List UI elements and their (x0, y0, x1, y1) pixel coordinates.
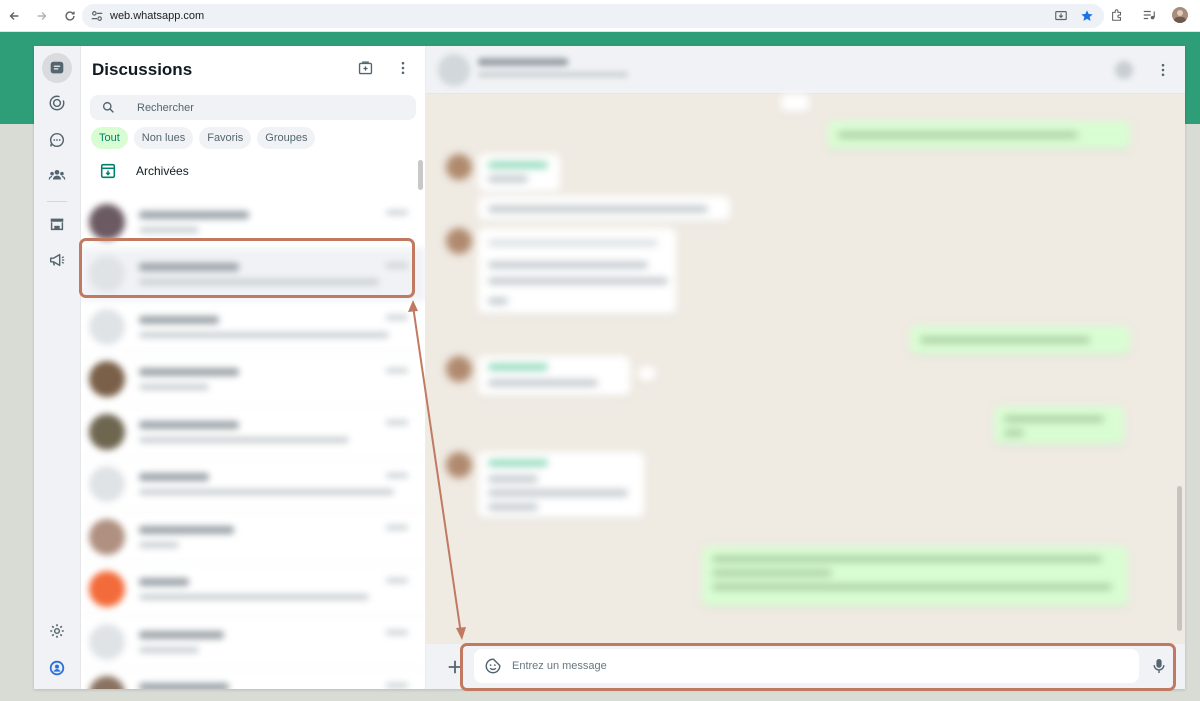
nav-rail (34, 46, 81, 689)
message-bubble[interactable] (478, 196, 730, 221)
sender-avatar (446, 228, 472, 254)
install-app-icon[interactable] (1052, 7, 1070, 25)
sidebar-title: Discussions (92, 60, 193, 79)
sender-avatar (446, 452, 472, 478)
search-box[interactable]: Rechercher (90, 95, 416, 120)
channels-icon[interactable] (42, 125, 72, 155)
address-bar[interactable]: web.whatsapp.com (82, 4, 1104, 28)
sidebar-scrollbar[interactable] (418, 160, 423, 190)
message-bubble[interactable] (994, 406, 1124, 444)
profile-icon[interactable] (42, 653, 72, 683)
list-item[interactable] (81, 564, 425, 616)
browser-toolbar: web.whatsapp.com (0, 0, 1200, 32)
url-text: web.whatsapp.com (110, 10, 205, 22)
forward-icon[interactable] (28, 2, 56, 30)
message-bubble[interactable] (910, 326, 1130, 354)
contact-name[interactable] (478, 58, 568, 66)
settings-icon[interactable] (42, 616, 72, 646)
list-item[interactable] (81, 459, 425, 511)
list-item[interactable] (81, 511, 425, 564)
reload-icon[interactable] (56, 2, 84, 30)
message-bubble[interactable] (478, 154, 560, 192)
message-bubble[interactable] (478, 356, 630, 396)
store-icon[interactable] (42, 209, 72, 239)
profile-avatar[interactable] (1172, 7, 1188, 23)
menu-icon[interactable] (393, 58, 413, 78)
filter-chips: Tout Non lues Favoris Groupes (81, 120, 425, 149)
message-bubble[interactable] (702, 546, 1128, 606)
new-chat-icon[interactable] (355, 58, 375, 78)
extensions-icon[interactable] (1108, 6, 1126, 24)
search-placeholder: Rechercher (137, 101, 194, 114)
message-area (426, 94, 1185, 644)
date-chip (781, 94, 809, 112)
search-icon (102, 101, 114, 113)
bookmark-star-icon[interactable] (1078, 7, 1096, 25)
list-item[interactable] (81, 669, 425, 689)
whatsapp-app: Discussions Rechercher Tout Non lues Fav… (34, 46, 1185, 689)
list-item[interactable] (81, 616, 425, 669)
highlight-selected-chat (79, 238, 415, 298)
conversation-scrollbar[interactable] (1177, 486, 1182, 631)
list-item[interactable] (81, 406, 425, 459)
highlight-message-input (460, 643, 1176, 691)
filter-unread[interactable]: Non lues (133, 127, 194, 149)
archive-icon (100, 163, 116, 179)
conversation-menu-icon[interactable] (1153, 60, 1173, 80)
contact-subtitle (478, 72, 628, 77)
communities-icon[interactable] (42, 160, 72, 190)
conversation-panel (426, 46, 1185, 689)
archived-row[interactable]: Archivées (81, 153, 425, 189)
sender-avatar (446, 154, 472, 180)
status-icon[interactable] (42, 88, 72, 118)
archived-label: Archivées (136, 164, 189, 178)
sender-avatar (446, 356, 472, 382)
filter-groups[interactable]: Groupes (257, 127, 316, 149)
chat-sidebar: Discussions Rechercher Tout Non lues Fav… (81, 46, 426, 689)
message-bubble[interactable] (828, 121, 1130, 149)
media-controls-icon[interactable] (1140, 6, 1158, 24)
megaphone-icon[interactable] (42, 245, 72, 275)
filter-all[interactable]: Tout (91, 127, 128, 149)
contact-avatar[interactable] (438, 54, 470, 86)
list-item[interactable] (81, 354, 425, 406)
site-settings-icon[interactable] (90, 9, 104, 23)
filter-favorites[interactable]: Favoris (199, 127, 252, 149)
message-bubble[interactable] (478, 452, 644, 518)
back-icon[interactable] (0, 2, 28, 30)
reaction-button[interactable] (638, 366, 656, 382)
conversation-header[interactable] (426, 46, 1185, 94)
conversation-search-icon[interactable] (1115, 61, 1133, 79)
rail-divider (47, 201, 67, 202)
message-bubble[interactable] (478, 228, 676, 314)
list-item[interactable] (81, 301, 425, 354)
chats-icon[interactable] (42, 53, 72, 83)
